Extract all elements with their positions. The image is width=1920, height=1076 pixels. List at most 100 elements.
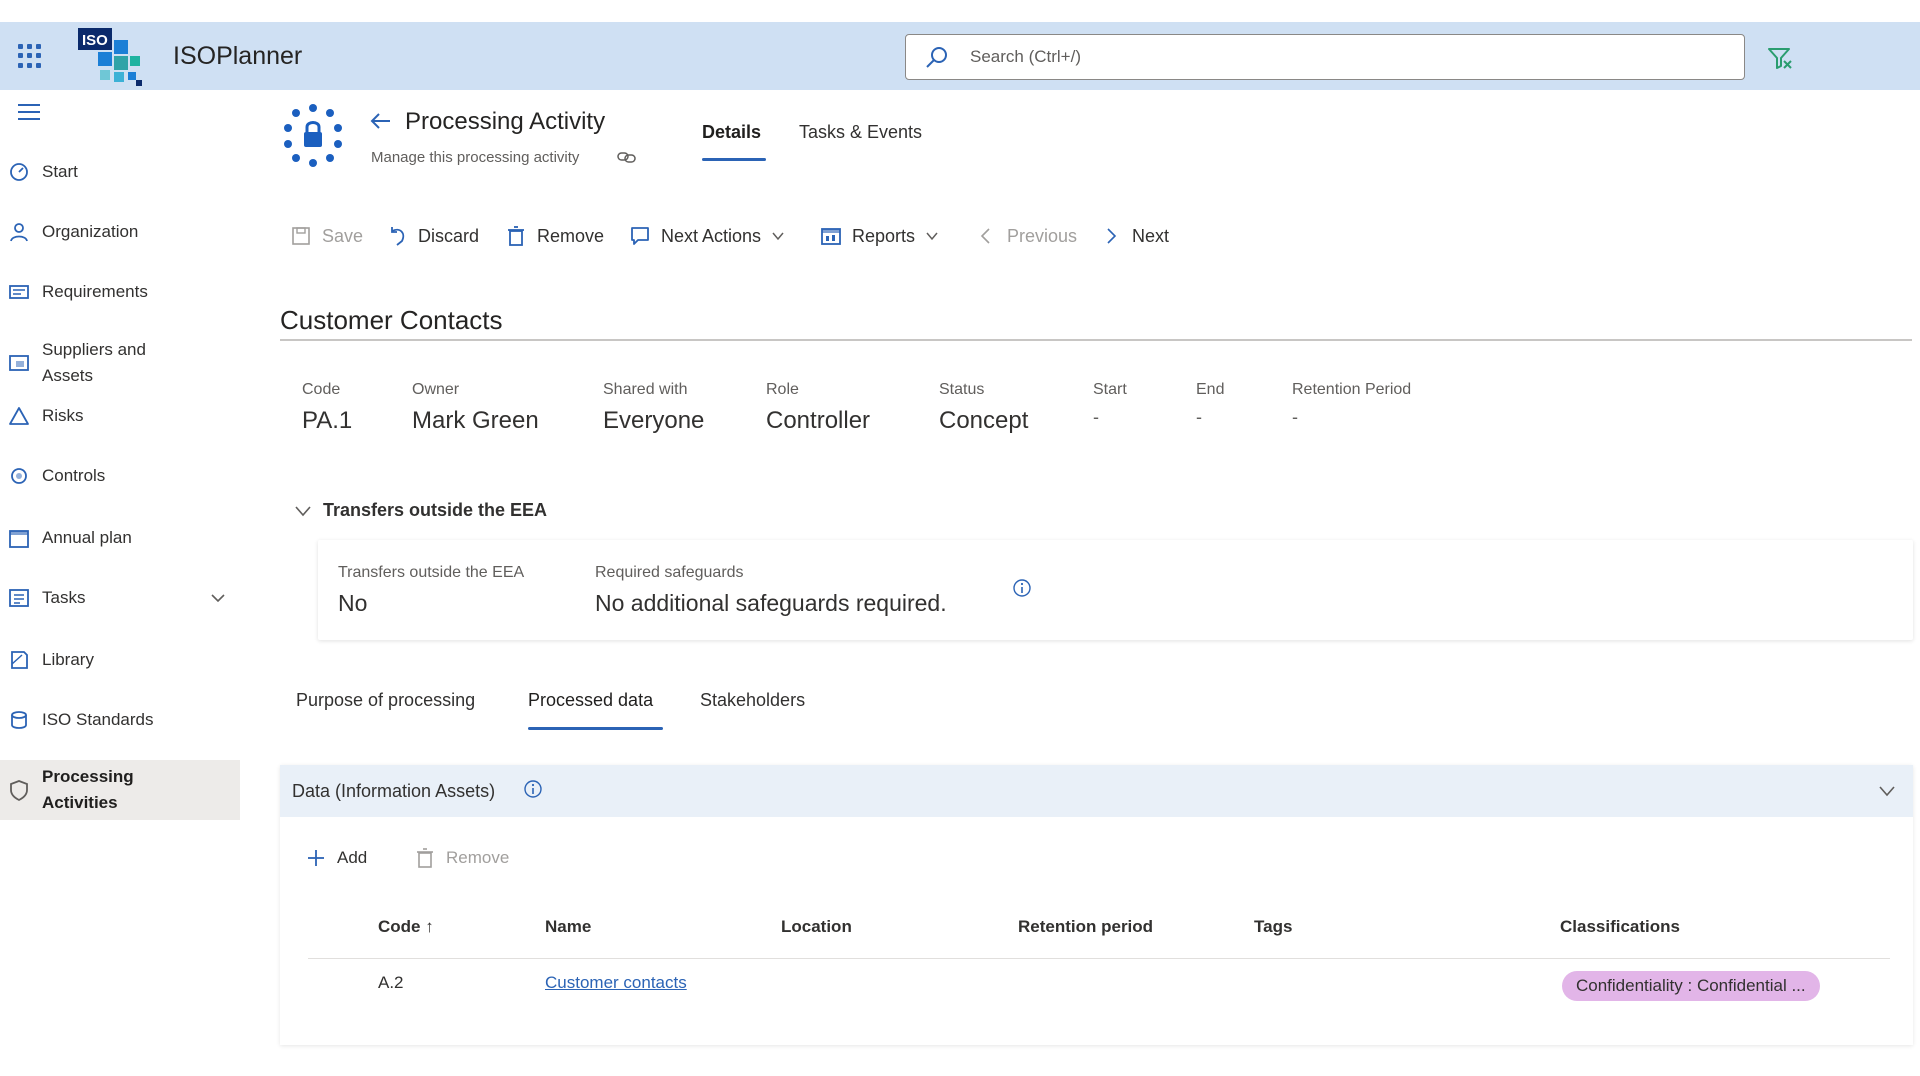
search-input[interactable]: [970, 47, 1670, 67]
field-label: Owner: [412, 381, 460, 398]
reports-label: Reports: [852, 225, 916, 246]
remove-label: Remove: [537, 225, 605, 246]
transfers-section-toggle[interactable]: Transfers outside the EEA: [293, 500, 547, 521]
data-panel: Data (Information Assets) Add Remove Cod…: [280, 765, 1913, 1045]
table-header-divider: [308, 958, 1890, 959]
reports-icon: [821, 228, 841, 245]
tab-stakeholders[interactable]: Stakeholders: [700, 690, 805, 711]
tab-active-indicator: [702, 158, 766, 161]
chevron-down-icon: [926, 232, 938, 241]
classification-badge: Confidentiality : Confidential ...: [1562, 971, 1820, 1001]
field-value: -: [1292, 407, 1298, 427]
remove-data-label: Remove: [446, 848, 510, 867]
sidebar-item-annual-plan[interactable]: Annual plan: [0, 520, 240, 556]
sidebar-item-library[interactable]: Library: [0, 642, 240, 678]
menu-toggle-icon[interactable]: [18, 104, 42, 120]
next-button[interactable]: Next: [1100, 225, 1169, 247]
sidebar-item-processing-activities[interactable]: Processing Activities: [0, 760, 240, 820]
field-value: PA.1: [302, 407, 353, 434]
undo-icon: [391, 227, 405, 246]
field-label: Start: [1093, 381, 1127, 398]
column-header-tags[interactable]: Tags: [1254, 917, 1292, 937]
link-icon[interactable]: [616, 148, 638, 166]
sidebar-item-organization[interactable]: Organization: [0, 214, 240, 250]
remove-button[interactable]: Remove: [505, 225, 604, 247]
next-actions-button[interactable]: Next Actions: [629, 225, 785, 247]
sidebar-item-tasks[interactable]: Tasks: [0, 580, 240, 616]
search-box[interactable]: [905, 34, 1745, 80]
tab-processed-data[interactable]: Processed data: [528, 690, 653, 711]
sidebar-item-label: Library: [42, 650, 94, 669]
field-owner: Owner Mark Green: [412, 381, 539, 435]
chevron-down-icon[interactable]: [210, 590, 226, 606]
field-label: Transfers outside the EEA: [338, 564, 525, 581]
sidebar-item-label: Tasks: [42, 588, 86, 607]
remove-data-button[interactable]: Remove: [414, 847, 509, 869]
reports-button[interactable]: Reports: [820, 225, 939, 247]
field-value: Everyone: [603, 407, 705, 434]
tab-purpose-of-processing[interactable]: Purpose of processing: [296, 690, 475, 711]
field-value: No additional safeguards required.: [595, 590, 947, 616]
sidebar-item-risks[interactable]: Risks: [0, 398, 240, 434]
previous-button[interactable]: Previous: [975, 225, 1077, 247]
sidebar-item-label: Requirements: [42, 282, 148, 301]
transfers-card: Transfers outside the EEA No Required sa…: [318, 540, 1913, 640]
cell-name-link[interactable]: Customer contacts: [545, 973, 687, 993]
discard-label: Discard: [418, 225, 480, 246]
controls-icon: [11, 468, 27, 484]
sidebar-item-label: Risks: [42, 406, 84, 425]
filter-icon[interactable]: [1766, 44, 1794, 72]
sidebar-item-label: Processing Activities: [42, 767, 134, 812]
discard-button[interactable]: Discard: [386, 225, 479, 247]
sidebar-item-label: Controls: [42, 466, 106, 485]
shield-icon: [10, 780, 28, 801]
app-launcher-icon[interactable]: [18, 44, 42, 68]
trash-icon: [417, 848, 433, 868]
field-value: -: [1196, 407, 1202, 427]
sidebar-item-label: Organization: [42, 222, 139, 241]
field-label: Retention Period: [1292, 381, 1412, 398]
tab-tasks-events[interactable]: Tasks & Events: [799, 122, 922, 143]
save-icon: [292, 227, 310, 245]
column-header-retention-period[interactable]: Retention period: [1018, 917, 1153, 937]
isoplanner-logo: ISO: [78, 28, 142, 86]
sidebar: Start Organization Requirements Supplier…: [0, 90, 245, 1076]
field-label: Shared with: [603, 381, 688, 398]
transfers-section-label: Transfers outside the EEA: [323, 500, 548, 520]
field-retention-period: Retention Period -: [1292, 381, 1411, 428]
column-header-location[interactable]: Location: [781, 917, 852, 937]
sidebar-item-iso-standards[interactable]: ISO Standards: [0, 702, 240, 738]
page-subtitle: Manage this processing activity: [371, 149, 580, 166]
field-value: Concept: [939, 407, 1029, 434]
save-button[interactable]: Save: [290, 225, 363, 247]
sidebar-item-controls[interactable]: Controls: [0, 458, 240, 494]
sidebar-item-suppliers-assets[interactable]: Suppliers and Assets: [0, 336, 240, 390]
requirements-icon: [9, 285, 29, 299]
field-shared-with: Shared with Everyone: [603, 381, 704, 435]
processing-activity-icon: [284, 104, 342, 167]
back-arrow-icon[interactable]: [368, 108, 394, 134]
chevron-down-icon: [772, 232, 784, 241]
warning-icon: [9, 407, 29, 425]
chevron-down-icon: [295, 505, 311, 516]
chevron-down-icon[interactable]: [1877, 781, 1897, 801]
sidebar-item-start[interactable]: Start: [0, 154, 240, 190]
field-start: Start -: [1093, 381, 1127, 428]
record-title: Customer Contacts: [280, 305, 503, 335]
column-header-code[interactable]: Code ↑: [378, 917, 434, 937]
app-root: ISO ISOPlanner Star: [0, 0, 1920, 1076]
info-icon[interactable]: [523, 779, 543, 799]
field-value: No: [338, 590, 368, 616]
save-label: Save: [322, 225, 364, 246]
info-icon[interactable]: [1012, 578, 1032, 598]
standards-icon: [11, 711, 27, 729]
data-panel-header[interactable]: Data (Information Assets): [280, 765, 1913, 817]
calendar-icon: [9, 530, 29, 548]
page-title: Processing Activity: [405, 108, 606, 135]
sidebar-item-requirements[interactable]: Requirements: [0, 274, 240, 310]
field-transfers-outside-eea: Transfers outside the EEA No: [338, 564, 524, 617]
column-header-name[interactable]: Name: [545, 917, 591, 937]
column-header-classifications[interactable]: Classifications: [1560, 917, 1680, 937]
tab-details[interactable]: Details: [702, 122, 761, 143]
add-button[interactable]: Add: [305, 847, 367, 869]
